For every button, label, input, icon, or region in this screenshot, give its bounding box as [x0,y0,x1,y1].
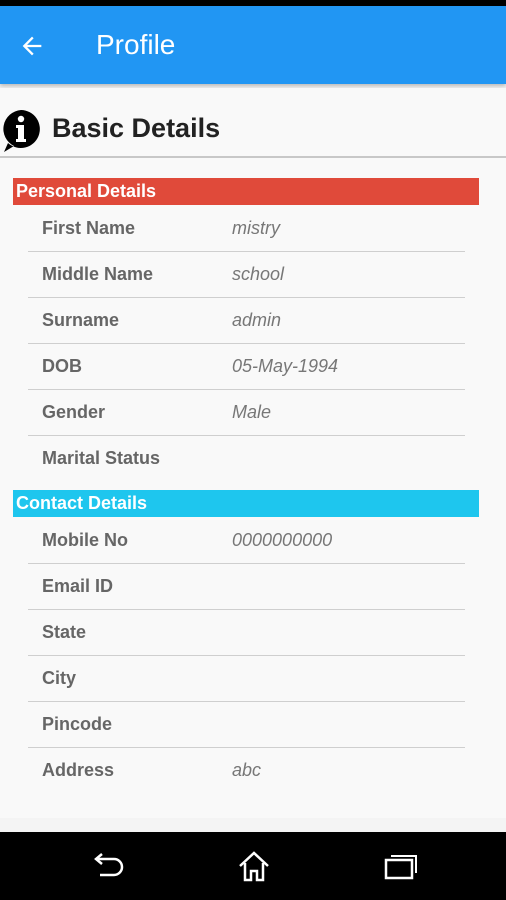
back-icon [94,853,124,877]
nav-back-button[interactable] [86,846,130,886]
field-row-address: Address abc [28,748,465,794]
basic-details-header: Basic Details [0,100,506,156]
field-label: City [42,668,77,688]
nav-recents-button[interactable] [378,846,422,886]
field-row-state: State [28,610,465,656]
page-title: Profile [96,29,176,60]
field-row-surname: Surname admin [28,298,465,344]
contact-details-heading: Contact Details [13,490,479,517]
field-label: Email ID [42,576,114,596]
field-row-mobile-no: Mobile No 0000000000 [28,518,465,564]
field-value: abc [232,760,262,780]
field-row-middle-name: Middle Name school [28,252,465,298]
field-row-email-id: Email ID [28,564,465,610]
field-row-gender: Gender Male [28,390,465,436]
field-value: mistry [232,218,280,238]
field-value: 05-May-1994 [232,356,339,376]
field-label: State [42,622,87,642]
field-row-dob: DOB 05-May-1994 [28,344,465,390]
arrow-left-icon [22,36,42,56]
field-value: 0000000000 [232,530,333,550]
nav-home-button[interactable] [232,846,276,886]
field-label: DOB [42,356,82,376]
field-label: Middle Name [42,264,154,284]
field-label: First Name [42,218,136,238]
field-value: admin [232,310,282,330]
field-value: Male [232,402,272,422]
field-row-first-name: First Name mistry [28,206,465,252]
field-label: Mobile No [42,530,128,550]
field-value: school [232,264,285,284]
home-icon [239,851,269,882]
field-label: Marital Status [42,448,161,468]
app-bar: Profile [0,6,506,84]
field-row-pincode: Pincode [28,702,465,748]
personal-details-heading: Personal Details [13,178,479,205]
section-title: Basic Details [52,113,221,143]
divider [0,156,506,158]
profile-card: Basic Details Personal Details First Nam… [0,88,506,818]
field-label: Pincode [42,714,113,734]
field-label: Address [42,760,115,780]
recents-icon [384,855,417,880]
field-row-marital-status: Marital Status [28,436,465,482]
system-nav-bar [0,832,506,900]
info-icon [3,110,40,152]
back-button[interactable] [12,26,52,66]
field-label: Gender [42,402,106,422]
field-row-city: City [28,656,465,702]
field-label: Surname [42,310,120,330]
